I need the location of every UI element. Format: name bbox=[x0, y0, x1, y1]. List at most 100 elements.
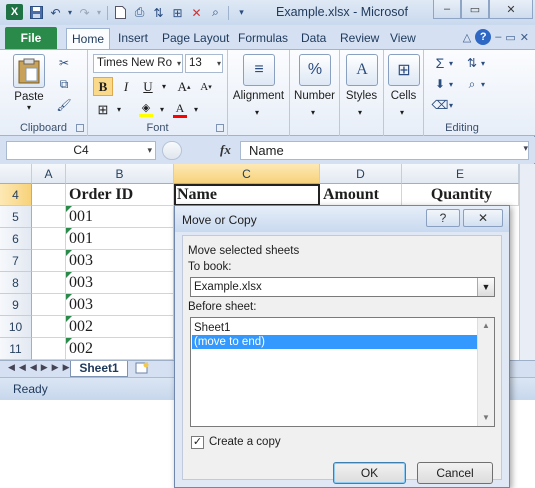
cell-a6[interactable] bbox=[32, 228, 66, 250]
cell-c4[interactable]: Name bbox=[174, 184, 320, 206]
scroll-down-icon[interactable]: ▼ bbox=[478, 410, 494, 426]
row-header[interactable]: 11 bbox=[0, 338, 32, 360]
before-sheet-list[interactable]: Sheet1 (move to end) ▲ ▼ bbox=[190, 317, 495, 427]
row-header[interactable]: 8 bbox=[0, 272, 32, 294]
customize-toolbar-icon[interactable]: ▾ bbox=[233, 4, 250, 21]
dropdown-arrow-icon[interactable]: ▾ bbox=[478, 54, 488, 72]
dialog-title-bar[interactable]: Move or Copy ? ✕ bbox=[175, 206, 509, 232]
tab-insert[interactable]: Insert bbox=[118, 28, 148, 49]
cell-a10[interactable] bbox=[32, 316, 66, 338]
cell-a7[interactable] bbox=[32, 250, 66, 272]
list-item[interactable]: Sheet1 bbox=[192, 321, 478, 335]
dropdown-arrow-icon[interactable]: ▾ bbox=[255, 108, 259, 117]
clipboard-launcher-icon[interactable] bbox=[76, 124, 84, 132]
cell-d4[interactable]: Amount bbox=[320, 184, 402, 206]
close-button[interactable]: ✕ bbox=[489, 0, 533, 19]
expand-formula-bar-icon[interactable]: ▾ bbox=[523, 143, 528, 154]
select-all-corner[interactable] bbox=[0, 164, 32, 184]
tab-review[interactable]: Review bbox=[340, 28, 379, 49]
cell-b10[interactable]: 002 bbox=[66, 316, 174, 338]
cut-icon[interactable]: ✂ bbox=[54, 54, 74, 72]
group-number[interactable]: % Number ▾ bbox=[290, 50, 340, 136]
row-header[interactable]: 10 bbox=[0, 316, 32, 338]
dropdown-arrow-icon[interactable]: ▾ bbox=[446, 54, 456, 72]
tab-page-layout[interactable]: Page Layout bbox=[162, 28, 229, 49]
create-copy-label[interactable]: Create a copy bbox=[209, 436, 281, 448]
ok-button[interactable]: OK bbox=[333, 462, 406, 484]
dropdown-arrow-icon[interactable]: ▾ bbox=[478, 75, 488, 93]
scroll-up-icon[interactable]: ▲ bbox=[478, 318, 494, 334]
column-header-e[interactable]: E bbox=[402, 164, 519, 184]
dropdown-arrow-icon[interactable]: ▾ bbox=[311, 108, 315, 117]
font-launcher-icon[interactable] bbox=[216, 124, 224, 132]
formula-bar-handle[interactable] bbox=[162, 141, 182, 160]
tab-formulas[interactable]: Formulas bbox=[238, 28, 288, 49]
dropdown-arrow-icon[interactable]: ▾ bbox=[358, 108, 362, 117]
close-workbook-icon[interactable]: ✕ bbox=[520, 31, 529, 44]
italic-button[interactable]: I bbox=[116, 77, 136, 96]
find-icon[interactable]: ⌕ bbox=[207, 4, 224, 21]
paste-button[interactable]: Paste ▾ bbox=[8, 54, 50, 112]
dropdown-arrow-icon[interactable]: ▾ bbox=[147, 142, 152, 159]
shrink-font-icon[interactable]: A ▾ bbox=[196, 77, 216, 96]
cell-b7[interactable]: 003 bbox=[66, 250, 174, 272]
row-header[interactable]: 4 bbox=[0, 184, 32, 206]
redo-icon[interactable]: ↷ bbox=[76, 4, 93, 21]
dropdown-arrow-icon[interactable]: ▾ bbox=[154, 77, 174, 96]
cell-e4[interactable]: Quantity bbox=[402, 184, 519, 206]
cells-button[interactable]: ⊞ bbox=[387, 54, 421, 89]
row-header[interactable]: 5 bbox=[0, 206, 32, 228]
dialog-help-button[interactable]: ? bbox=[426, 209, 460, 227]
row-header[interactable]: 6 bbox=[0, 228, 32, 250]
name-box[interactable]: C4 ▾ bbox=[6, 141, 156, 160]
copy-icon[interactable]: ⧉ bbox=[54, 75, 74, 93]
group-styles[interactable]: A Styles ▾ bbox=[340, 50, 384, 136]
tab-file[interactable]: File bbox=[5, 27, 57, 49]
filter-icon[interactable]: ⊞ bbox=[169, 4, 186, 21]
cancel-button[interactable]: Cancel bbox=[417, 462, 493, 484]
cell-b6[interactable]: 001 bbox=[66, 228, 174, 250]
styles-button[interactable]: A bbox=[345, 54, 379, 89]
restore-workbook-icon[interactable]: ▭ bbox=[505, 31, 515, 44]
column-header-c[interactable]: C bbox=[174, 164, 320, 184]
cell-a9[interactable] bbox=[32, 294, 66, 316]
cell-a5[interactable] bbox=[32, 206, 66, 228]
cell-b11[interactable]: 002 bbox=[66, 338, 174, 360]
minimize-ribbon-icon[interactable]: △ bbox=[463, 31, 471, 44]
list-scrollbar[interactable]: ▲ ▼ bbox=[477, 318, 494, 426]
sheet-tab-sheet1[interactable]: Sheet1 bbox=[70, 361, 128, 377]
row-header[interactable]: 9 bbox=[0, 294, 32, 316]
cell-b5[interactable]: 001 bbox=[66, 206, 174, 228]
undo-icon[interactable]: ↶ bbox=[47, 4, 64, 21]
tab-home[interactable]: Home bbox=[66, 28, 111, 49]
group-alignment[interactable]: ≡ Alignment ▾ bbox=[228, 50, 290, 136]
cell-a11[interactable] bbox=[32, 338, 66, 360]
cell-b4[interactable]: Order ID bbox=[66, 184, 174, 206]
format-painter-icon[interactable]: 🖌 bbox=[54, 96, 74, 114]
insert-function-icon[interactable]: fx bbox=[220, 142, 231, 158]
insert-worksheet-icon[interactable] bbox=[134, 362, 154, 376]
number-button[interactable]: % bbox=[298, 54, 332, 89]
column-header-a[interactable]: A bbox=[32, 164, 66, 184]
minimize-button[interactable]: ‒ bbox=[433, 0, 461, 19]
alignment-button[interactable]: ≡ bbox=[239, 54, 279, 89]
dropdown-arrow-icon[interactable]: ▾ bbox=[186, 100, 206, 119]
formula-input[interactable]: Name bbox=[240, 141, 529, 160]
list-item-selected[interactable]: (move to end) bbox=[192, 335, 478, 349]
dropdown-arrow-icon[interactable]: ▾ bbox=[152, 100, 172, 119]
dropdown-arrow-icon[interactable]: ▾ bbox=[446, 96, 456, 114]
maximize-button[interactable]: ▭ bbox=[461, 0, 489, 19]
vertical-scrollbar[interactable] bbox=[519, 164, 535, 360]
excel-app-icon[interactable]: X bbox=[6, 4, 23, 20]
minimize-workbook-icon[interactable]: ‒ bbox=[495, 31, 501, 43]
new-document-icon[interactable] bbox=[112, 4, 129, 21]
dropdown-arrow-icon[interactable]: ▾ bbox=[446, 75, 456, 93]
cell-b8[interactable]: 003 bbox=[66, 272, 174, 294]
sheet-nav-arrows-icon[interactable]: ◀◀◀▶▶▶ bbox=[8, 362, 74, 373]
sort-icon[interactable]: ⇅ bbox=[150, 4, 167, 21]
dialog-close-button[interactable]: ✕ bbox=[463, 209, 503, 227]
row-header[interactable]: 7 bbox=[0, 250, 32, 272]
dropdown-arrow-icon[interactable]: ▼ bbox=[477, 278, 494, 296]
column-header-d[interactable]: D bbox=[320, 164, 402, 184]
tab-data[interactable]: Data bbox=[301, 28, 326, 49]
